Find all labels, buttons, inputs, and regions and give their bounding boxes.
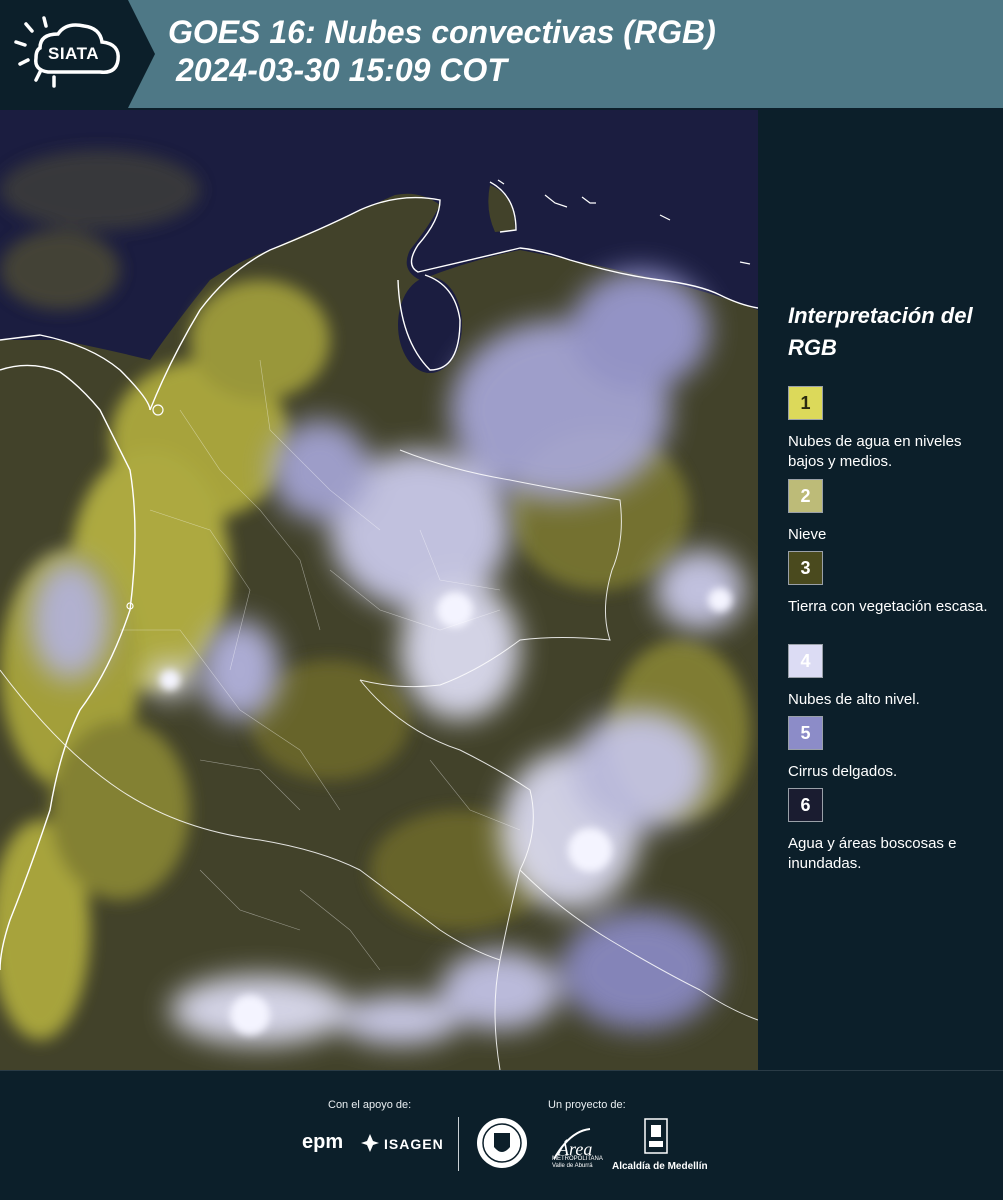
- area-metropolitana-subtitle: METROPOLITANA Valle de Aburrá: [552, 1156, 603, 1169]
- legend-label-3: Tierra con vegetación escasa.: [788, 598, 988, 615]
- legend-item-4: 4 Nubes de alto nivel.: [788, 644, 988, 710]
- epm-logo[interactable]: epm: [302, 1131, 343, 1154]
- legend-swatch-5: 5: [788, 716, 823, 750]
- legend-swatch-2: 2: [788, 479, 823, 513]
- page-title: GOES 16: Nubes convectivas (RGB): [168, 14, 716, 50]
- legend-item-3: 3 Tierra con vegetación escasa.: [788, 551, 988, 617]
- legend-label-2: Nieve: [788, 526, 827, 543]
- isagen-icon: [361, 1134, 379, 1152]
- legend-label-1: Nubes de agua en niveles bajos y medios.: [788, 433, 962, 470]
- header-bar: SIATA GOES 16: Nubes convectivas (RGB) 2…: [0, 0, 1003, 108]
- footer: Con el apoyo de: Un proyecto de: epm ISA…: [0, 1070, 1003, 1200]
- legend-item-6: 6 Agua y áreas boscosas e inundadas.: [788, 788, 988, 874]
- footer-divider: [458, 1117, 459, 1171]
- legend-swatch-1: 1: [788, 386, 823, 420]
- legend-label-6: Agua y áreas boscosas e inundadas.: [788, 835, 957, 872]
- legend-label-5: Cirrus delgados.: [788, 763, 898, 780]
- legend-label-4: Nubes de alto nivel.: [788, 691, 920, 708]
- alcaldia-logo[interactable]: Alcaldía de Medellín: [612, 1161, 708, 1172]
- legend-item-5: 5 Cirrus delgados.: [788, 716, 988, 782]
- siata-logo[interactable]: SIATA: [0, 0, 155, 108]
- legend-item-2: 2 Nieve: [788, 479, 988, 545]
- rgb-satellite-image: [0, 110, 758, 1070]
- legend-swatch-4: 4: [788, 644, 823, 678]
- timestamp: 2024-03-30 15:09 COT: [176, 52, 507, 88]
- legend-panel: Interpretación del RGB 1 Nubes de agua e…: [760, 110, 1003, 1070]
- satellite-map[interactable]: [0, 110, 758, 1070]
- university-seal-icon[interactable]: [476, 1117, 528, 1169]
- support-caption: Con el apoyo de:: [328, 1099, 412, 1111]
- isagen-logo[interactable]: ISAGEN: [384, 1136, 444, 1152]
- legend-item-1: 1 Nubes de agua en niveles bajos y medio…: [788, 386, 988, 472]
- legend-title: Interpretación del RGB: [788, 303, 973, 360]
- siata-logo-text: SIATA: [48, 44, 99, 63]
- legend-swatch-3: 3: [788, 551, 823, 585]
- project-caption: Un proyecto de:: [548, 1099, 626, 1111]
- alcaldia-shield-icon[interactable]: [643, 1117, 669, 1157]
- legend-swatch-6: 6: [788, 788, 823, 822]
